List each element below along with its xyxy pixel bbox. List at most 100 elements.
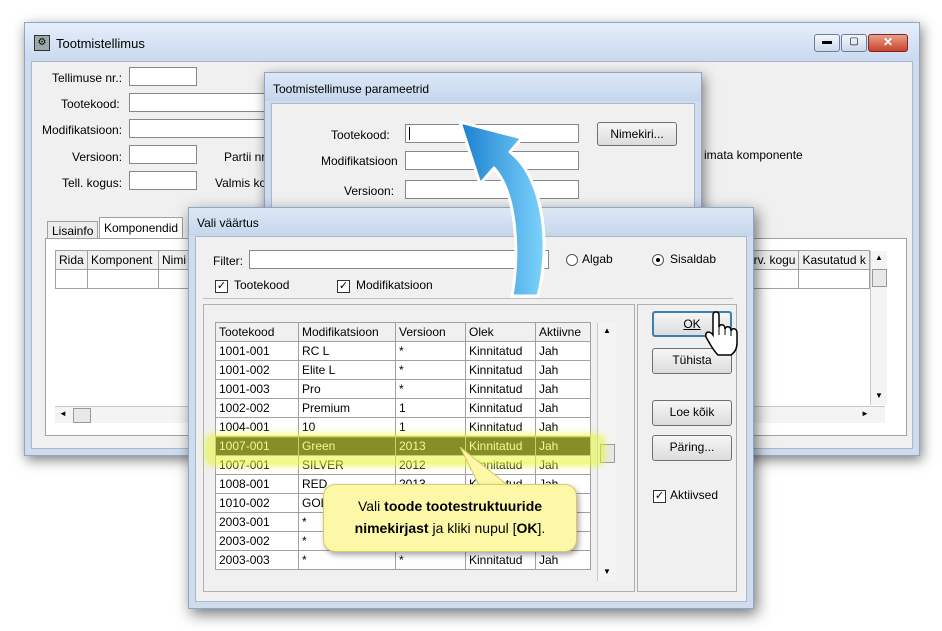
order-qty-field[interactable]	[129, 171, 197, 190]
scroll-thumb[interactable]	[872, 269, 887, 287]
check-product-code-label: Tootekood	[234, 278, 290, 292]
table-cell[interactable]: 1001-003	[215, 379, 299, 399]
grid-header-used-qty[interactable]: Kasutatud k	[798, 250, 870, 270]
product-code-field[interactable]	[129, 93, 269, 112]
table-cell[interactable]: Jah	[535, 455, 591, 475]
minimize-button[interactable]: ▬	[814, 34, 840, 52]
table-cell[interactable]: 1007-001	[215, 436, 299, 456]
tab-komponendid[interactable]: Komponendid	[99, 217, 184, 240]
table-cell[interactable]: Kinnitatud	[465, 379, 536, 399]
list-scroll-thumb[interactable]	[600, 444, 615, 463]
check-product-code[interactable]: ✓	[215, 280, 228, 293]
table-cell[interactable]: Premium	[298, 398, 396, 418]
close-button[interactable]: ✕	[868, 34, 908, 52]
table-cell[interactable]: 1010-002	[215, 493, 299, 513]
table-cell[interactable]: 1002-002	[215, 398, 299, 418]
table-cell[interactable]: 1	[395, 398, 466, 418]
table-cell[interactable]: Kinnitatud	[465, 550, 536, 570]
table-cell[interactable]: Jah	[535, 360, 591, 380]
grid-vertical-scrollbar[interactable]: ▲ ▼	[870, 251, 887, 405]
list-scroll-down-arrow[interactable]: ▼	[603, 567, 611, 576]
scroll-right-arrow[interactable]: ►	[861, 409, 869, 418]
callout-ok-text: OK	[516, 520, 538, 536]
callout-bold-text: nimekirjast	[354, 520, 429, 536]
table-cell[interactable]: 1007-001	[215, 455, 299, 475]
scroll-h-thumb[interactable]	[73, 408, 91, 423]
grid-cell[interactable]	[158, 269, 190, 289]
table-cell[interactable]: Pro	[298, 379, 396, 399]
table-cell[interactable]: Jah	[535, 398, 591, 418]
list-button[interactable]: Nimekiri...	[597, 122, 677, 146]
table-cell[interactable]: 1	[395, 417, 466, 437]
grid-header-rida[interactable]: Rida	[55, 250, 88, 270]
table-cell[interactable]: 1001-001	[215, 341, 299, 361]
scroll-up-arrow[interactable]: ▲	[875, 253, 883, 262]
table-cell[interactable]: 2003-003	[215, 550, 299, 570]
col-header-active[interactable]: Aktiivne	[535, 322, 591, 342]
table-cell[interactable]: 1008-001	[215, 474, 299, 494]
table-cell[interactable]: Green	[298, 436, 396, 456]
table-row[interactable]: 1001-002 Elite L * Kinnitatud Jah	[215, 360, 591, 380]
table-cell[interactable]: *	[395, 379, 466, 399]
table-row[interactable]: 2003-003 * * Kinnitatud Jah	[215, 550, 591, 570]
grid-header-nimi[interactable]: Nimi	[158, 250, 190, 270]
col-header-modification[interactable]: Modifikatsioon	[298, 322, 396, 342]
table-cell[interactable]: *	[298, 550, 396, 570]
table-row[interactable]: 1001-001 RC L * Kinnitatud Jah	[215, 341, 591, 361]
table-row[interactable]: 1002-002 Premium 1 Kinnitatud Jah	[215, 398, 591, 418]
check-active[interactable]: ✓	[653, 490, 666, 503]
app-icon: ⚙	[34, 35, 50, 51]
scroll-down-arrow[interactable]: ▼	[875, 391, 883, 400]
table-row[interactable]: 1004-001 10 1 Kinnitatud Jah	[215, 417, 591, 437]
table-cell[interactable]: Kinnitatud	[465, 341, 536, 361]
table-cell[interactable]: Jah	[535, 550, 591, 570]
table-cell[interactable]: Kinnitatud	[465, 398, 536, 418]
callout-text: ja kliki nupul [	[428, 520, 517, 536]
table-cell[interactable]: 2003-001	[215, 512, 299, 532]
table-cell[interactable]: Kinnitatud	[465, 417, 536, 437]
table-cell[interactable]: 10	[298, 417, 396, 437]
grid-cell[interactable]	[87, 269, 159, 289]
order-qty-label: Tell. kogus:	[62, 176, 123, 190]
table-cell[interactable]: RC L	[298, 341, 396, 361]
version-field[interactable]	[129, 145, 197, 164]
grid-cell[interactable]	[55, 269, 88, 289]
filter-label: Filter:	[213, 254, 243, 268]
components-info-text: imata komponente	[704, 148, 803, 162]
table-cell[interactable]: *	[395, 550, 466, 570]
col-header-status[interactable]: Olek	[465, 322, 536, 342]
grid-header-komponent[interactable]: Komponent	[87, 250, 159, 270]
table-cell[interactable]: Jah	[535, 341, 591, 361]
table-row-selected[interactable]: 1007-001 Green 2013 Kinnitatud Jah	[215, 436, 591, 456]
table-cell[interactable]: 1001-002	[215, 360, 299, 380]
table-row[interactable]: 1001-003 Pro * Kinnitatud Jah	[215, 379, 591, 399]
radio-contains[interactable]	[652, 254, 664, 266]
modification-field[interactable]	[129, 119, 269, 138]
finished-label: Valmis ko	[215, 176, 267, 190]
table-cell[interactable]: Elite L	[298, 360, 396, 380]
grid-cell[interactable]	[798, 269, 870, 289]
table-cell[interactable]: Kinnitatud	[465, 360, 536, 380]
order-no-field[interactable]	[129, 67, 197, 86]
load-all-button[interactable]: Loe kõik	[652, 400, 732, 426]
table-cell[interactable]: Jah	[535, 417, 591, 437]
table-cell[interactable]: 2003-002	[215, 531, 299, 551]
check-modification[interactable]: ✓	[337, 280, 350, 293]
table-row[interactable]: 1007-001 SILVER 2012 Kinnitatud Jah	[215, 455, 591, 475]
table-cell[interactable]: 1004-001	[215, 417, 299, 437]
table-cell[interactable]: Jah	[535, 379, 591, 399]
table-cell[interactable]: Jah	[535, 436, 591, 456]
table-cell[interactable]: SILVER	[298, 455, 396, 475]
col-header-version[interactable]: Versioon	[395, 322, 466, 342]
table-cell[interactable]: *	[395, 341, 466, 361]
list-scroll-up-arrow[interactable]: ▲	[603, 326, 611, 335]
maximize-button[interactable]: ▢	[841, 34, 867, 52]
params-modification-label: Modifikatsioon	[321, 154, 398, 168]
table-cell[interactable]: *	[395, 360, 466, 380]
list-vertical-scrollbar[interactable]: ▲ ▼	[597, 323, 616, 581]
col-header-product-code[interactable]: Tootekood	[215, 322, 299, 342]
version-label: Versioon:	[72, 150, 123, 164]
callout-bubble: Vali toode tootestruktuuride nimekirjast…	[323, 484, 577, 552]
scroll-left-arrow[interactable]: ◄	[59, 409, 67, 418]
query-button[interactable]: Päring...	[652, 435, 732, 461]
